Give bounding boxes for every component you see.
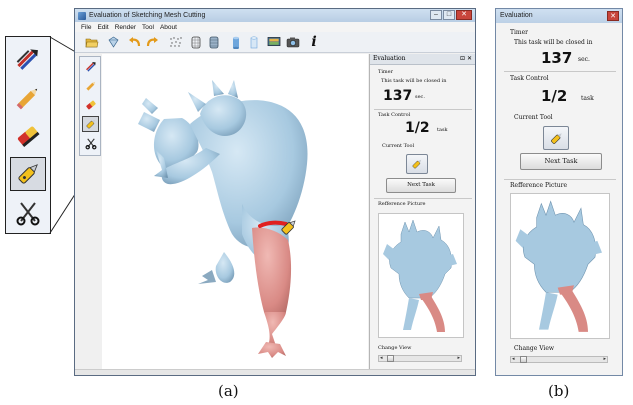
current-tool-box <box>406 154 428 174</box>
pencil-tool[interactable] <box>82 78 99 94</box>
open-folder-icon[interactable] <box>85 35 99 49</box>
multi-pen-icon <box>85 62 96 72</box>
change-view-label: Change View <box>514 345 555 352</box>
multi-pen-icon[interactable] <box>10 43 46 77</box>
timer-unit: sec. <box>415 94 425 100</box>
menu-render[interactable]: Render <box>115 24 136 31</box>
slider-left-arrow[interactable]: ◂ <box>380 356 383 361</box>
slider-right-arrow[interactable]: ▸ <box>457 356 460 361</box>
menu-edit[interactable]: Edit <box>97 24 108 31</box>
close-button[interactable]: ✕ <box>607 11 619 21</box>
change-view-slider[interactable]: ◂ ▸ <box>510 356 608 363</box>
eraser-icon <box>85 100 96 110</box>
divider <box>374 198 472 199</box>
change-view-slider[interactable]: ◂ ▸ <box>378 355 462 362</box>
redo-icon[interactable] <box>145 35 159 49</box>
task-progress: 1/2 <box>405 120 430 136</box>
pencil-icon[interactable] <box>10 81 46 115</box>
timer-value: 137 <box>541 49 573 67</box>
timer-unit: sec. <box>578 56 590 63</box>
caption-b: (b) <box>548 382 570 400</box>
status-bar <box>75 369 475 375</box>
menu-tool[interactable]: Tool <box>142 24 154 31</box>
current-tool-label: Current Tool <box>382 143 415 149</box>
reference-label: Refference Picture <box>510 182 567 189</box>
eraser-tool[interactable] <box>82 97 99 113</box>
window-controls: ‒ □ ✕ <box>430 10 472 20</box>
maximize-button[interactable]: □ <box>443 10 455 20</box>
cylinder-blue-icon[interactable] <box>229 35 243 49</box>
timer-label: Timer <box>378 69 394 75</box>
task-unit: task <box>581 95 594 102</box>
slider-left-arrow[interactable]: ◂ <box>512 357 515 362</box>
panel-header: Evaluation ⊡ ✕ <box>370 54 475 65</box>
cutter-knife-icon <box>86 119 95 129</box>
timer-label: Timer <box>510 29 529 36</box>
cutter-knife-icon <box>412 159 422 169</box>
change-view-label: Change View <box>378 345 412 351</box>
wireframe-model-icon[interactable] <box>189 35 203 49</box>
title-bar: Evaluation of Sketching Mesh Cutting ‒ □… <box>75 9 475 22</box>
evaluation-window: Evaluation ✕ Timer This task will be clo… <box>495 8 623 376</box>
evaluation-panel: Evaluation ⊡ ✕ Timer This task will be c… <box>369 54 475 372</box>
reference-picture <box>510 193 610 339</box>
task-control-label: Task Control <box>510 75 549 82</box>
menu-about[interactable]: About <box>160 24 177 31</box>
slider-thumb[interactable] <box>520 356 527 363</box>
camera-icon[interactable] <box>286 35 300 49</box>
pencil-icon <box>85 81 95 91</box>
divider <box>504 71 616 72</box>
timer-value: 137 <box>383 88 413 104</box>
task-control-label: Task Control <box>378 112 411 118</box>
scatter-points-icon[interactable] <box>169 35 183 49</box>
undo-icon[interactable] <box>127 35 141 49</box>
screen-capture-icon[interactable] <box>267 35 281 49</box>
divider <box>504 179 616 180</box>
armadillo-model <box>138 80 308 358</box>
shaded-model-icon[interactable] <box>207 35 221 49</box>
menu-bar: File Edit Render Tool About <box>75 22 475 32</box>
3d-viewport[interactable] <box>102 54 368 372</box>
diamond-icon[interactable] <box>106 35 120 49</box>
evaluation-window-title: Evaluation <box>500 12 533 19</box>
scissors-tool[interactable] <box>82 135 99 151</box>
next-task-button[interactable]: Next Task <box>520 153 602 170</box>
close-button[interactable]: ✕ <box>456 10 472 20</box>
reference-armadillo <box>383 219 457 332</box>
multi-pen-tool[interactable] <box>82 59 99 75</box>
cutter-knife-icon <box>550 132 562 144</box>
panel-dock-buttons[interactable]: ⊡ ✕ <box>460 54 472 64</box>
window-title: Evaluation of Sketching Mesh Cutting <box>89 12 206 19</box>
app-icon <box>78 11 86 20</box>
evaluation-title-bar: Evaluation <box>496 9 622 23</box>
minimize-button[interactable]: ‒ <box>430 10 442 20</box>
menu-file[interactable]: File <box>81 24 91 31</box>
slider-thumb[interactable] <box>387 355 394 362</box>
toolbar: i <box>75 32 475 53</box>
divider <box>374 109 472 110</box>
current-tool-label: Current Tool <box>514 114 553 121</box>
current-tool-box <box>543 126 569 150</box>
cylinder-outline-icon[interactable] <box>247 35 261 49</box>
main-window: Evaluation of Sketching Mesh Cutting ‒ □… <box>74 8 476 376</box>
scissors-icon <box>85 138 96 150</box>
task-unit: task <box>437 127 448 133</box>
reference-picture <box>378 213 464 338</box>
slider-right-arrow[interactable]: ▸ <box>603 357 606 362</box>
info-icon[interactable]: i <box>307 34 321 50</box>
timer-text: This task will be closed in <box>514 39 593 46</box>
reference-label: Refference Picture <box>378 201 426 207</box>
task-progress: 1/2 <box>541 87 568 105</box>
cutter-knife-tool[interactable] <box>82 116 99 132</box>
panel-title: Evaluation <box>373 55 406 62</box>
reference-armadillo <box>515 200 602 332</box>
eraser-icon[interactable] <box>10 119 46 153</box>
scissors-icon[interactable] <box>10 195 46 229</box>
tool-palette <box>79 56 101 156</box>
next-task-button[interactable]: Next Task <box>386 178 456 193</box>
timer-text: This task will be closed in <box>381 78 447 84</box>
cutter-knife-icon[interactable] <box>10 157 46 191</box>
caption-a: (a) <box>218 382 239 400</box>
magnified-tool-strip <box>5 36 51 234</box>
